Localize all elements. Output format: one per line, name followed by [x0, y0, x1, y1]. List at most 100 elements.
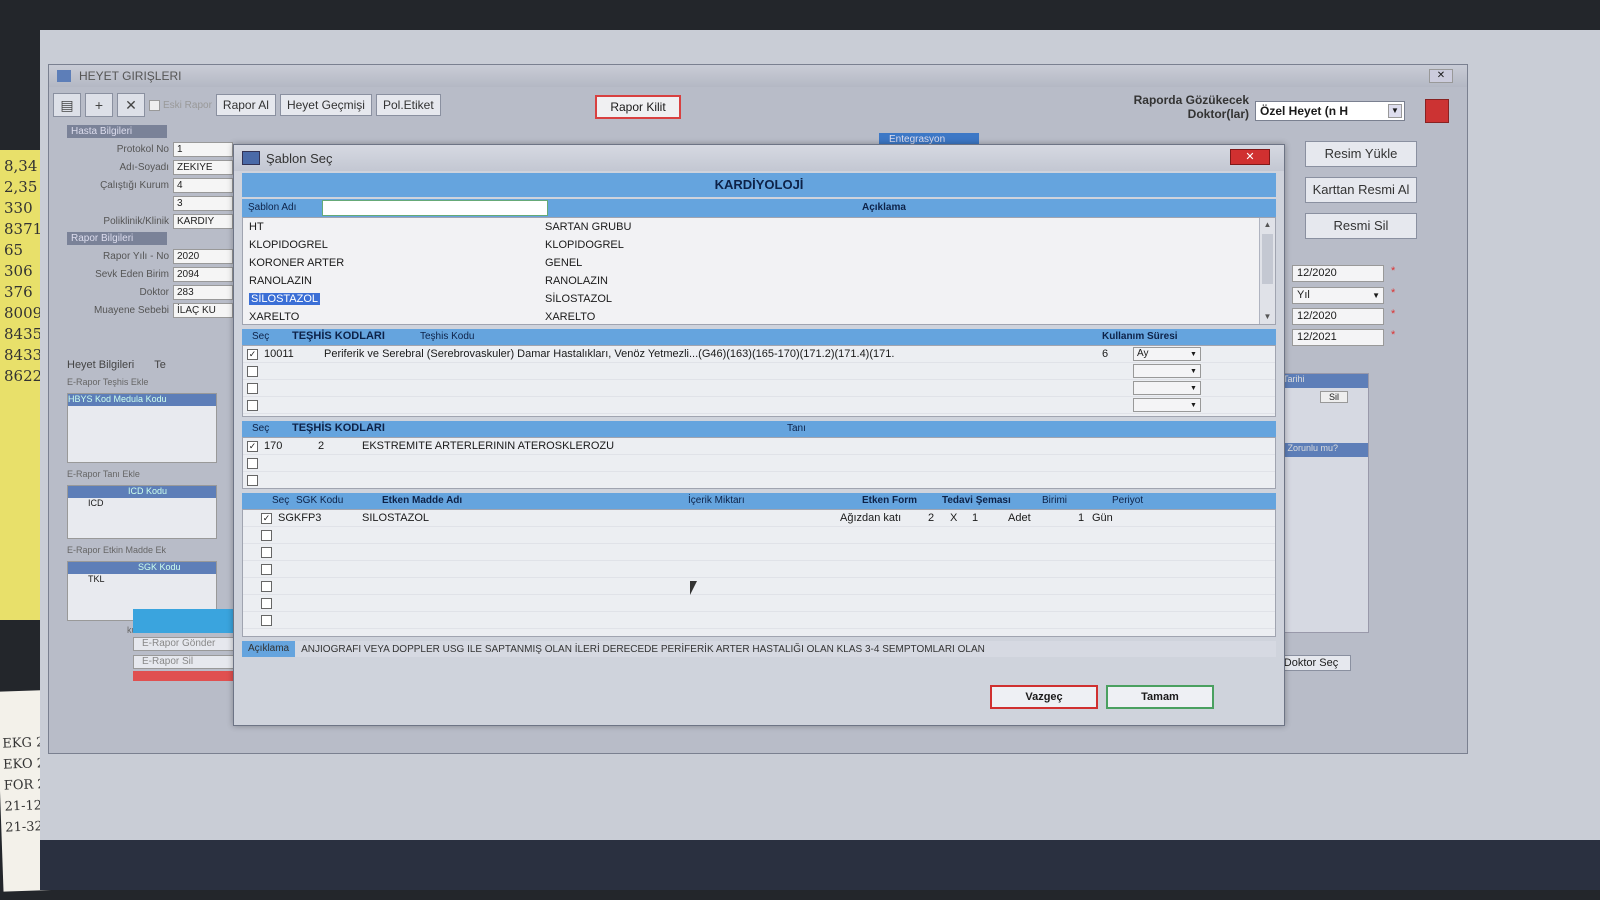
- rapor-kilit-button[interactable]: Rapor Kilit: [595, 95, 681, 119]
- rapor-yili-field[interactable]: 2020: [173, 248, 233, 264]
- tani-section-header: Seç TEŞHİS KODLARI Tanı: [242, 421, 1276, 437]
- table-row: ▼: [243, 363, 1275, 380]
- row-checkbox[interactable]: ✓: [247, 440, 258, 452]
- sure-birim-select[interactable]: ▼: [1133, 398, 1201, 412]
- period-select[interactable]: Yıl ▼: [1292, 287, 1384, 304]
- table-row: [243, 561, 1275, 578]
- row-checkbox[interactable]: [247, 399, 258, 411]
- template-row[interactable]: KLOPIDOGREL KLOPIDOGREL: [243, 236, 1275, 254]
- resmi-sil-button[interactable]: Resmi Sil: [1305, 213, 1417, 239]
- tani-no: 2: [318, 440, 325, 452]
- add-icon[interactable]: +: [85, 93, 113, 117]
- sablon-adi-input[interactable]: [322, 200, 548, 216]
- template-name-text: KLOPIDOGREL: [249, 239, 328, 251]
- template-row[interactable]: RANOLAZIN RANOLAZIN: [243, 272, 1275, 290]
- sil-button[interactable]: Sil: [1320, 391, 1348, 403]
- sure-birim-select[interactable]: Ay ▼: [1133, 347, 1201, 361]
- template-list-scrollbar[interactable]: ▲ ▼: [1259, 218, 1275, 324]
- main-toolbar: ▤ + ✕ Eski Rapor Rapor Al Heyet Geçmişi …: [53, 91, 441, 119]
- chevron-down-icon: ▼: [1190, 368, 1197, 375]
- dialog-close-button[interactable]: ✕: [1230, 149, 1270, 165]
- tamam-button[interactable]: Tamam: [1106, 685, 1214, 709]
- chevron-down-icon: ▼: [1190, 385, 1197, 392]
- right-grid: Tarihi Sil i Zorunlu mu?: [1279, 373, 1369, 633]
- row-checkbox[interactable]: [261, 614, 272, 626]
- close-icon[interactable]: ✕: [1429, 69, 1453, 83]
- scroll-up-icon[interactable]: ▲: [1260, 218, 1275, 232]
- resim-yukle-button[interactable]: Resim Yükle: [1305, 141, 1417, 167]
- birim: Adet: [1008, 512, 1031, 524]
- eski-rapor-checkbox[interactable]: Eski Rapor: [149, 99, 212, 111]
- template-row[interactable]: XARELTO XARELTO: [243, 308, 1275, 324]
- rapor-bilgileri-header: Rapor Bilgileri: [67, 232, 167, 245]
- template-name: KORONER ARTER: [243, 257, 545, 269]
- template-row[interactable]: HT SARTAN GRUBU: [243, 218, 1275, 236]
- tani-mini-grid-header: ICD Kodu: [68, 486, 216, 498]
- row-checkbox[interactable]: [247, 382, 258, 394]
- template-name: KLOPIDOGREL: [243, 239, 545, 251]
- protokol-no-field[interactable]: 1: [173, 141, 233, 157]
- zorunlu-header: i Zorunlu mu?: [1280, 443, 1368, 457]
- table-row: [243, 472, 1275, 488]
- doktor-field[interactable]: 283: [173, 284, 233, 300]
- row-checkbox[interactable]: [261, 529, 272, 541]
- template-desc: KLOPIDOGREL: [545, 239, 624, 251]
- date-field-2[interactable]: 12/2020: [1292, 308, 1384, 325]
- tani-desc: EKSTREMITE ARTERLERININ ATEROSKLEROZU: [362, 440, 615, 452]
- chevron-down-icon: ▼: [1190, 351, 1197, 358]
- template-name-text: SİLOSTAZOL: [249, 293, 321, 305]
- kullanim-suresi-value[interactable]: 6: [1102, 348, 1132, 360]
- template-name: HT: [243, 221, 545, 233]
- app-icon: [57, 70, 71, 82]
- sevk-eden-field[interactable]: 2094: [173, 266, 233, 282]
- dialog-title: Şablon Seç: [266, 150, 333, 166]
- muayene-field[interactable]: İLAÇ KU: [173, 302, 233, 318]
- scroll-thumb[interactable]: [1262, 234, 1273, 284]
- template-row[interactable]: SİLOSTAZOL SİLOSTAZOL: [243, 290, 1275, 308]
- sure-birim-select[interactable]: ▼: [1133, 381, 1201, 395]
- row-checkbox[interactable]: [247, 474, 258, 486]
- table-row: [243, 595, 1275, 612]
- row3-field[interactable]: 3: [173, 195, 233, 211]
- heyet-gecmisi-button[interactable]: Heyet Geçmişi: [279, 94, 372, 116]
- row-checkbox[interactable]: [261, 563, 272, 575]
- rapor-al-button[interactable]: Rapor Al: [215, 94, 276, 116]
- sure-birim-select[interactable]: ▼: [1133, 364, 1201, 378]
- pol-etiket-button[interactable]: Pol.Etiket: [375, 94, 441, 116]
- karttan-resmi-al-button[interactable]: Karttan Resmi Al: [1305, 177, 1417, 203]
- mouse-cursor-icon: [690, 581, 697, 595]
- poliklinik-field[interactable]: KARDIY: [173, 213, 233, 229]
- row-checkbox[interactable]: [247, 365, 258, 377]
- teshis-section-header: Seç TEŞHİS KODLARI Teşhis Kodu Kullanım …: [242, 329, 1276, 345]
- taskbar: [40, 840, 1600, 890]
- save-icon[interactable]: ▤: [53, 93, 81, 117]
- teshis-code: 10011: [264, 348, 294, 360]
- kurum-field[interactable]: 4: [173, 177, 233, 193]
- teshis-desc: Periferik ve Serebral (Serebrovaskuler) …: [324, 348, 895, 360]
- template-name-text: HT: [249, 221, 264, 233]
- delete-icon[interactable]: ✕: [117, 93, 145, 117]
- teshis-grid: ✓ 10011 Periferik ve Serebral (Serebrovask…: [242, 345, 1276, 417]
- template-list: HT SARTAN GRUBU KLOPIDOGREL KLOPIDOGREL KORO…: [242, 217, 1276, 325]
- date-field-3[interactable]: 12/2021: [1292, 329, 1384, 346]
- row-checkbox[interactable]: [261, 580, 272, 592]
- etken-form: Ağızdan katı: [840, 512, 902, 524]
- row-checkbox[interactable]: [261, 597, 272, 609]
- row-checkbox[interactable]: [247, 457, 258, 469]
- row-checkbox[interactable]: [261, 546, 272, 558]
- table-row: [243, 527, 1275, 544]
- exit-icon[interactable]: [1425, 99, 1449, 123]
- vazgec-button[interactable]: Vazgeç: [990, 685, 1098, 709]
- row-checkbox[interactable]: ✓: [247, 348, 258, 360]
- doz-2: 1: [972, 512, 979, 524]
- doktor-select[interactable]: Özel Heyet (n H ▼: [1255, 101, 1405, 121]
- template-desc: XARELTO: [545, 311, 596, 323]
- tab-te[interactable]: Te: [154, 359, 166, 371]
- template-row[interactable]: KORONER ARTER GENEL: [243, 254, 1275, 272]
- table-row: [243, 578, 1275, 595]
- row-checkbox[interactable]: ✓: [261, 512, 272, 524]
- adi-soyadi-field[interactable]: ZEKIYE: [173, 159, 233, 175]
- date-field-1[interactable]: 12/2020: [1292, 265, 1384, 282]
- tab-heyet-bilgileri[interactable]: Heyet Bilgileri: [67, 359, 134, 371]
- scroll-down-icon[interactable]: ▼: [1260, 310, 1275, 324]
